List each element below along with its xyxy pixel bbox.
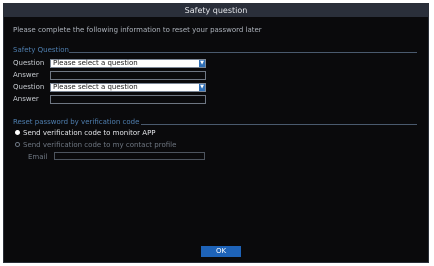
answer-1-label: Answer — [13, 71, 39, 79]
radio-option-app-label: Send verification code to monitor APP — [23, 129, 156, 137]
radio-checked-icon — [15, 129, 20, 135]
radio-unchecked-icon — [15, 141, 20, 147]
safety-question-dialog: Safety question Please complete the foll… — [3, 3, 429, 263]
section-divider — [69, 52, 417, 53]
intro-text: Please complete the following informatio… — [13, 26, 262, 34]
radio-option-contact-profile[interactable]: Send verification code to my contact pro… — [15, 141, 176, 150]
question-2-label: Question — [13, 83, 45, 91]
section-divider — [141, 124, 417, 125]
question-2-value: Please select a question — [53, 83, 138, 91]
question-1-select[interactable]: Please select a question ▼ — [50, 59, 206, 68]
chevron-down-icon: ▼ — [199, 60, 205, 67]
chevron-down-icon: ▼ — [199, 84, 205, 91]
safety-question-section-title: Safety Question — [13, 46, 69, 54]
question-2-select[interactable]: Please select a question ▼ — [50, 83, 206, 92]
email-input[interactable] — [54, 152, 205, 160]
dialog-title: Safety question — [4, 4, 428, 17]
reset-section-title: Reset password by verification code — [13, 118, 140, 126]
email-label: Email — [28, 153, 48, 161]
radio-option-app[interactable]: Send verification code to monitor APP — [15, 129, 156, 138]
answer-1-input[interactable] — [50, 71, 206, 80]
answer-2-input[interactable] — [50, 95, 206, 104]
radio-option-contact-label: Send verification code to my contact pro… — [23, 141, 177, 149]
question-1-label: Question — [13, 59, 45, 67]
question-1-value: Please select a question — [53, 59, 138, 67]
answer-2-label: Answer — [13, 95, 39, 103]
ok-button[interactable]: OK — [201, 246, 241, 257]
